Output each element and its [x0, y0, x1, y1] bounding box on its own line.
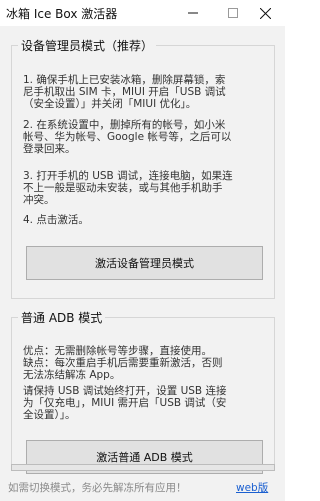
device-admin-legend: 设备管理员模式（推荐）: [21, 39, 154, 53]
device-admin-group: 设备管理员模式（推荐） 1. 确保手机上已安装冰箱，删除屏幕锁，索 尼手机取出 …: [11, 37, 275, 299]
progress-bar: [11, 464, 275, 471]
minimize-icon: [188, 8, 198, 18]
pros-cons-text: 优点：无需删除帐号等步骤，直接使用。 缺点：每次重启手机后需要重新激活，否则 无…: [23, 345, 223, 381]
step-3-text: 3. 打开手机的 USB 调试，连接电脑，如果连 不上一般是驱动未安装，或与其他…: [23, 170, 233, 206]
normal-adb-legend: 普通 ADB 模式: [21, 311, 103, 325]
client-area: 设备管理员模式（推荐） 1. 确保手机上已安装冰箱，删除屏幕锁，索 尼手机取出 …: [0, 26, 285, 501]
activate-device-admin-button[interactable]: 激活设备管理员模式: [26, 246, 263, 280]
step-4-text: 4. 点击激活。: [23, 214, 89, 226]
step-2-text: 2. 在系统设置中，删掉所有的帐号，如小米 帐号、华为帐号、Google 帐号等…: [23, 119, 232, 155]
minimize-button[interactable]: [173, 0, 213, 26]
maximize-icon: [228, 8, 238, 18]
window-title: 冰箱 Ice Box 激活器: [6, 7, 118, 21]
usb-instructions-text: 请保持 USB 调试始终打开，设置 USB 连接 为「仅充电」，MIUI 需开启…: [23, 385, 227, 421]
web-version-link[interactable]: web版: [236, 480, 268, 495]
activator-window: 冰箱 Ice Box 激活器 设备管理员模式（推荐） 1. 确保手机上已安装冰箱…: [0, 0, 285, 501]
step-1-text: 1. 确保手机上已安装冰箱，删除屏幕锁，索 尼手机取出 SIM 卡，MIUI 开…: [23, 74, 226, 110]
footer-notice: 如需切换模式，务必先解冻所有应用！: [8, 482, 187, 494]
normal-adb-group: 普通 ADB 模式 优点：无需删除帐号等步骤，直接使用。 缺点：每次重启手机后需…: [11, 309, 275, 474]
close-icon: [259, 7, 271, 19]
close-button[interactable]: [245, 0, 285, 26]
title-bar[interactable]: 冰箱 Ice Box 激活器: [0, 0, 285, 26]
